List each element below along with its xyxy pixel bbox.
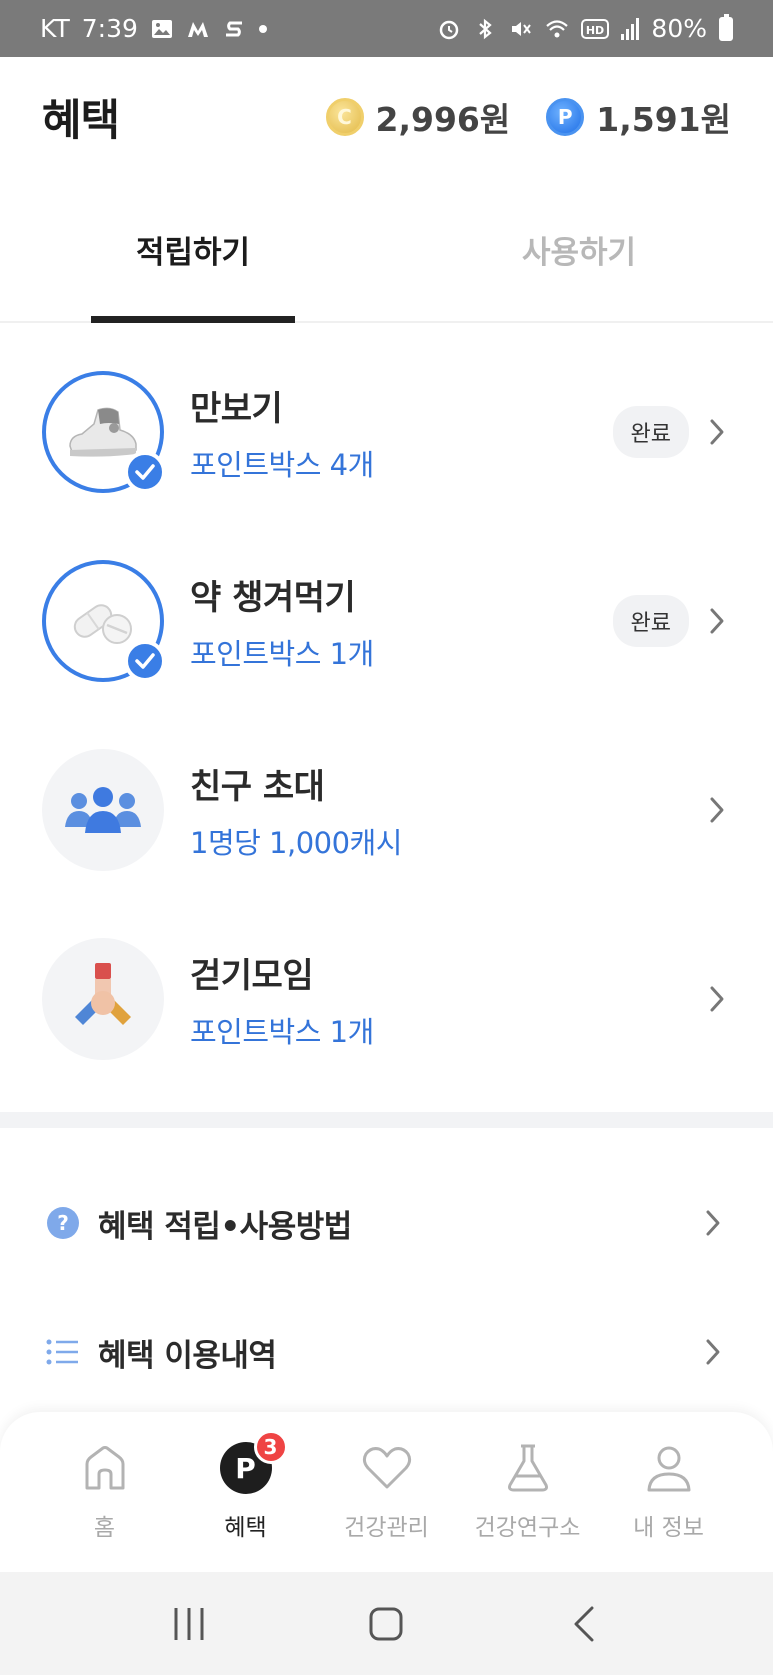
alarm-icon — [440, 20, 459, 39]
cash-balance-value: 2,996원 — [375, 100, 511, 139]
task-subtitle: 포인트박스 1개 — [190, 636, 374, 671]
nav-label: 건강관리 — [344, 1515, 429, 1541]
back-icon — [574, 1606, 594, 1641]
chevron-right-icon — [703, 607, 731, 635]
menu-label: 혜택 이용내역 — [98, 1337, 277, 1374]
carrier-label: KT — [40, 14, 70, 43]
svg-text:?: ? — [57, 1211, 69, 1235]
check-icon — [135, 653, 155, 669]
task-invite-friends[interactable]: 친구 초대 1명당 1,000캐시 — [0, 716, 773, 904]
tab-bar: 적립하기 사용하기 — [0, 177, 773, 323]
check-badge — [124, 640, 166, 682]
chevron-right-icon — [699, 1338, 727, 1366]
status-bar: KT 7:39 HD 80% — [0, 0, 773, 57]
nav-health-care[interactable]: 건강관리 — [316, 1412, 457, 1572]
nav-home[interactable]: 홈 — [34, 1412, 175, 1572]
home-button[interactable] — [356, 1594, 416, 1654]
page-title: 혜택 — [42, 96, 120, 146]
nav-label: 혜택 — [224, 1515, 267, 1541]
tab-use[interactable]: 사용하기 — [386, 177, 772, 321]
team-hands-icon — [75, 963, 131, 1025]
task-icon-wrap — [42, 938, 164, 1060]
menu-how-to-use[interactable]: ? 혜택 적립•사용방법 — [0, 1173, 773, 1273]
back-button[interactable] — [554, 1594, 614, 1654]
cash-coin-icon: C — [325, 98, 364, 136]
points-icon: P 3 — [219, 1430, 288, 1494]
signal-icon — [621, 17, 640, 40]
task-icon-wrap — [42, 371, 166, 493]
task-title: 만보기 — [190, 388, 283, 429]
chevron-right-icon — [703, 796, 731, 824]
task-icon-wrap — [42, 560, 166, 682]
svg-text:HD: HD — [586, 24, 604, 37]
battery-percent: 80% — [651, 14, 707, 43]
nav-label: 건강연구소 — [474, 1515, 581, 1541]
home-icon — [79, 1442, 131, 1494]
tab-earn[interactable]: 적립하기 — [0, 177, 386, 323]
task-pedometer[interactable]: 만보기 포인트박스 4개 완료 — [0, 338, 773, 526]
task-subtitle: 1명당 1,000캐시 — [190, 825, 402, 860]
recent-apps-button[interactable] — [159, 1594, 219, 1654]
tab-use-label: 사용하기 — [521, 234, 637, 271]
system-nav-bar — [0, 1572, 773, 1675]
chevron-right-icon — [699, 1209, 727, 1237]
done-badge: 완료 — [612, 406, 689, 458]
chevron-right-icon — [703, 985, 731, 1013]
app-s-icon — [225, 21, 242, 36]
point-balance[interactable]: P 1,591원 — [546, 93, 731, 141]
app-m-icon — [187, 21, 208, 37]
task-title: 약 챙겨먹기 — [190, 577, 356, 618]
task-title: 친구 초대 — [190, 766, 325, 807]
nav-my-info[interactable]: 내 정보 — [598, 1412, 739, 1572]
point-coin-icon: P — [546, 98, 585, 136]
battery-icon — [719, 13, 733, 41]
check-icon — [135, 464, 155, 480]
sneaker-icon — [69, 407, 137, 457]
chevron-right-icon — [703, 418, 731, 446]
flask-icon — [502, 1442, 554, 1494]
task-subtitle: 포인트박스 4개 — [190, 447, 374, 482]
nav-label: 홈 — [93, 1515, 116, 1541]
nav-label: 내 정보 — [633, 1515, 704, 1541]
heart-icon — [361, 1442, 413, 1494]
pills-icon — [73, 604, 132, 644]
section-divider — [0, 1112, 773, 1128]
tab-earn-label: 적립하기 — [135, 234, 251, 271]
status-time: 7:39 — [81, 14, 138, 43]
list-icon — [46, 1335, 80, 1369]
cash-balance[interactable]: C 2,996원 — [325, 93, 511, 141]
task-subtitle: 포인트박스 1개 — [190, 1014, 374, 1049]
tab-active-indicator — [91, 316, 295, 323]
point-balance-value: 1,591원 — [596, 100, 731, 139]
task-medicine[interactable]: 약 챙겨먹기 포인트박스 1개 완료 — [0, 527, 773, 715]
task-walking-group[interactable]: 걷기모임 포인트박스 1개 — [0, 905, 773, 1093]
wifi-icon — [546, 19, 569, 37]
task-title: 걷기모임 — [190, 955, 314, 996]
nav-health-lab[interactable]: 건강연구소 — [457, 1412, 598, 1572]
check-badge — [124, 451, 166, 493]
person-icon — [643, 1442, 695, 1494]
bottom-nav: 홈 P 3 혜택 건강관리 건강연구소 내 정보 — [0, 1412, 773, 1572]
task-icon-wrap — [42, 749, 164, 871]
people-icon — [65, 787, 141, 833]
page-header: 혜택 C 2,996원 P 1,591원 — [0, 57, 773, 177]
bluetooth-icon — [479, 18, 493, 39]
balances: C 2,996원 P 1,591원 — [325, 93, 731, 141]
done-badge: 완료 — [612, 595, 689, 647]
gallery-icon — [151, 19, 172, 38]
question-icon: ? — [46, 1206, 80, 1240]
menu-label: 혜택 적립•사용방법 — [98, 1208, 352, 1245]
mute-icon — [512, 21, 532, 36]
nav-benefits[interactable]: P 3 혜택 — [175, 1412, 316, 1572]
recent-apps-icon — [174, 1607, 204, 1640]
menu-usage-history[interactable]: 혜택 이용내역 — [0, 1302, 773, 1402]
hd-icon: HD — [581, 18, 610, 39]
home-square-icon — [369, 1607, 403, 1640]
dot-icon — [258, 24, 267, 33]
notification-badge: 3 — [253, 1430, 288, 1464]
